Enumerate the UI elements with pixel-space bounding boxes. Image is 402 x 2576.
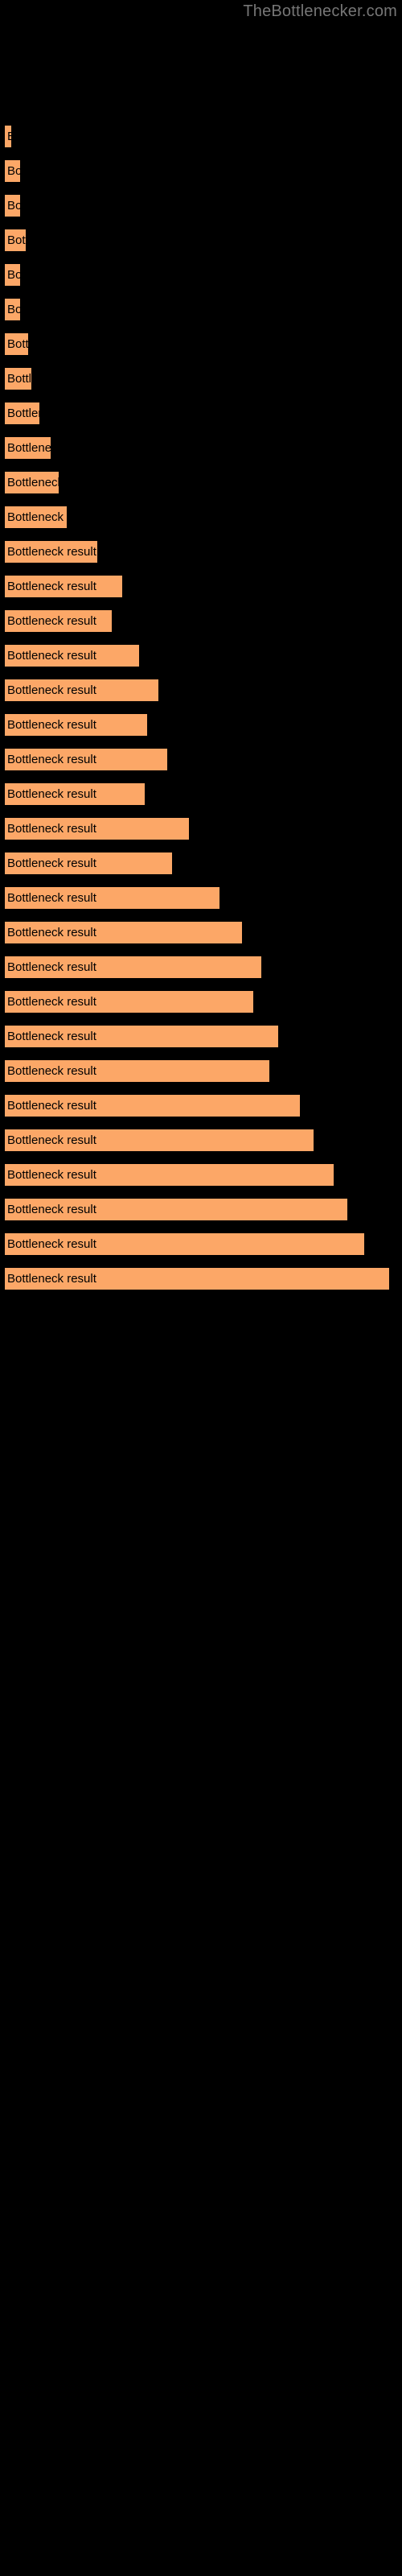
bar-row: Bottleneck result xyxy=(0,367,402,390)
bar xyxy=(4,125,12,148)
bar-row: Bottleneck result xyxy=(0,609,402,633)
bar-row: Bottleneck result xyxy=(0,1059,402,1083)
bar xyxy=(4,506,68,529)
bar xyxy=(4,402,40,425)
bar-row: Bottleneck result xyxy=(0,1025,402,1048)
bar-row: Bottleneck result xyxy=(0,713,402,737)
bar xyxy=(4,367,32,390)
bar-row: Bottleneck result xyxy=(0,298,402,321)
bar-row: Bottleneck result xyxy=(0,159,402,183)
bar xyxy=(4,471,59,494)
bar xyxy=(4,852,173,875)
bar xyxy=(4,1094,301,1117)
bar xyxy=(4,886,220,910)
bar-row: Bottleneck result xyxy=(0,263,402,287)
bar-row: Bottleneck result xyxy=(0,471,402,494)
bar-row: Bottleneck result xyxy=(0,1129,402,1152)
bar-row: Bottleneck result xyxy=(0,748,402,771)
bar-row: Bottleneck result xyxy=(0,852,402,875)
bar xyxy=(4,1198,348,1221)
bar xyxy=(4,748,168,771)
bar-row: Bottleneck result xyxy=(0,229,402,252)
plot-area: Bottleneck result Bottleneck result Bottle… xyxy=(0,0,402,2576)
bar xyxy=(4,263,21,287)
bar-row: Bottleneck result xyxy=(0,886,402,910)
bar xyxy=(4,1025,279,1048)
bar xyxy=(4,159,21,183)
bar-row: Bottleneck result xyxy=(0,1094,402,1117)
bar xyxy=(4,298,21,321)
bar xyxy=(4,1232,365,1256)
bar xyxy=(4,679,159,702)
bottleneck-bar-chart: TheBottlenecker.com Bottleneck resultBot… xyxy=(0,0,402,2576)
bar-row: Bottleneck result xyxy=(0,1198,402,1221)
bar-row: Bottleneck result xyxy=(0,436,402,460)
bar xyxy=(4,1163,334,1187)
bar-row: Bottleneck result xyxy=(0,506,402,529)
bar-row: Bottleneck result xyxy=(0,402,402,425)
bar xyxy=(4,332,29,356)
bar xyxy=(4,229,27,252)
bar-row: Bottleneck result xyxy=(0,1267,402,1290)
bar xyxy=(4,575,123,598)
bar-row: Bottleneck result xyxy=(0,194,402,217)
bar-row: Bottleneck result xyxy=(0,990,402,1013)
bar-row: Bottleneck result xyxy=(0,817,402,840)
bar-row: Bottleneck result xyxy=(0,332,402,356)
bar-row: Bottleneck result xyxy=(0,540,402,564)
bar-row: Bottleneck result xyxy=(0,782,402,806)
bar-row: Bottleneck result xyxy=(0,575,402,598)
bar xyxy=(4,609,113,633)
bar xyxy=(4,436,51,460)
bar-row: Bottleneck result xyxy=(0,956,402,979)
bar-row: Bottleneck result xyxy=(0,1163,402,1187)
bar xyxy=(4,540,98,564)
bar xyxy=(4,1129,314,1152)
bar xyxy=(4,990,254,1013)
bar-row: Bottleneck result xyxy=(0,921,402,944)
bar xyxy=(4,956,262,979)
bar-row: Bottleneck result xyxy=(0,644,402,667)
bar xyxy=(4,921,243,944)
bar-row: Bottleneck result xyxy=(0,679,402,702)
bar xyxy=(4,644,140,667)
bar xyxy=(4,1267,390,1290)
bar-row: Bottleneck result xyxy=(0,125,402,148)
bar xyxy=(4,817,190,840)
bar xyxy=(4,194,21,217)
bar xyxy=(4,782,146,806)
bar-row: Bottleneck result xyxy=(0,1232,402,1256)
bar xyxy=(4,713,148,737)
bar xyxy=(4,1059,270,1083)
